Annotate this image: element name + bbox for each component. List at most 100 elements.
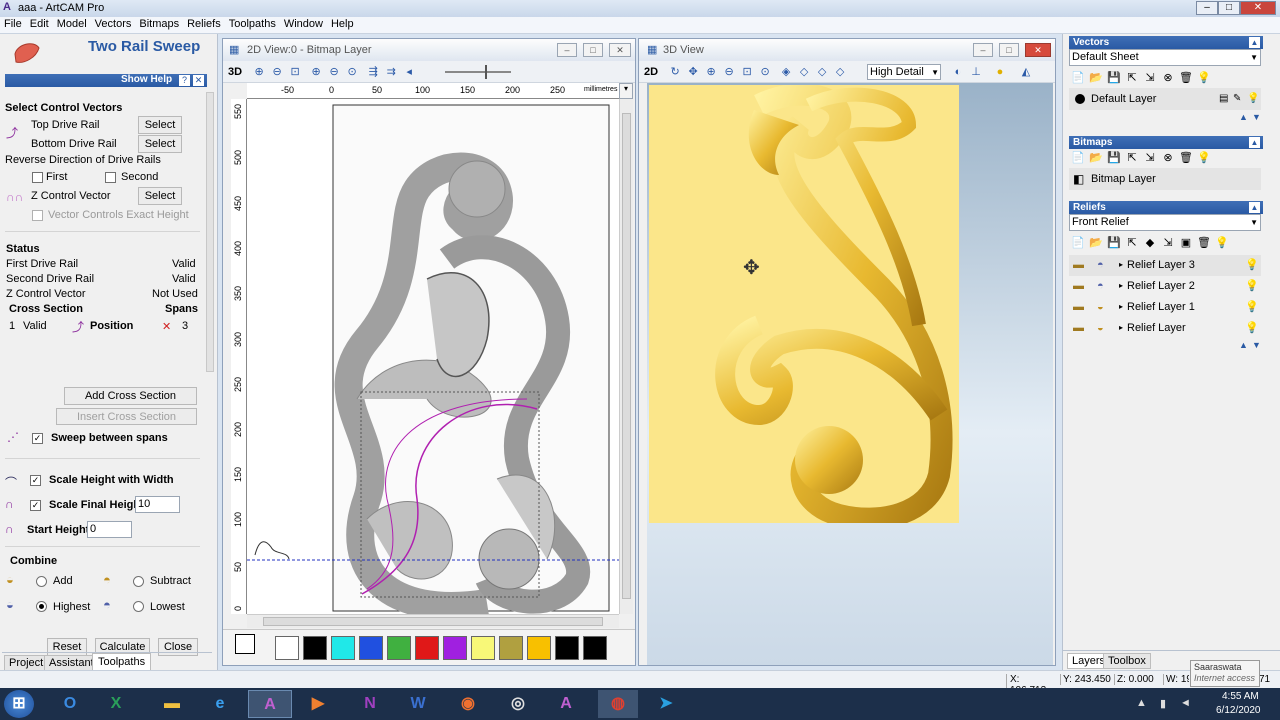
pan-icon[interactable]: ✥ — [685, 64, 701, 80]
visibility-icon[interactable]: 💡 — [1245, 318, 1259, 338]
select-bottom-rail-button[interactable]: Select — [138, 135, 182, 153]
relief-layer-row[interactable]: ▬ ◓ ▸ Relief Layer 2 💡 — [1069, 276, 1261, 297]
save-bitmap-icon[interactable]: 💾 — [1105, 149, 1123, 167]
detail-select[interactable]: High Detail ▼ — [867, 64, 941, 80]
relief-move-down-icon[interactable]: ▼ — [1252, 340, 1261, 350]
view-3d-minimize[interactable]: – — [973, 43, 993, 57]
file-explorer-icon[interactable]: ▬ — [156, 690, 188, 718]
combine-highest-radio[interactable] — [36, 601, 47, 612]
network-icon[interactable]: ▮ — [1160, 697, 1166, 710]
front-view-icon[interactable]: ◇ — [796, 64, 812, 80]
import-icon[interactable]: ⇱ — [1123, 69, 1141, 87]
toggle-2d-button[interactable]: 2D — [640, 64, 662, 80]
combine-mode-icon[interactable]: ◒ — [1097, 318, 1104, 338]
shading-icon[interactable]: ◐ — [950, 64, 966, 80]
select-top-rail-button[interactable]: Select — [138, 116, 182, 134]
color-swatch[interactable] — [443, 636, 467, 660]
zoom-in-3d-icon[interactable]: ⊕ — [703, 64, 719, 80]
reliefs-collapse-icon[interactable]: ▲ — [1249, 202, 1260, 213]
insert-cross-section-button[interactable]: Insert Cross Section — [56, 408, 197, 425]
ruler-menu-icon[interactable]: ▾ — [619, 83, 633, 99]
close-help-icon[interactable]: ✕ — [193, 75, 204, 86]
view-2d-close[interactable]: ✕ — [609, 43, 631, 57]
vectors-collapse-icon[interactable]: ▲ — [1249, 37, 1260, 48]
contrast-slider-track[interactable] — [445, 71, 511, 73]
maximize-button[interactable]: □ — [1218, 1, 1240, 15]
menu-model[interactable]: Model — [53, 17, 91, 31]
iso-view-icon[interactable]: ◈ — [778, 64, 794, 80]
combine-mode-icon[interactable]: ◓ — [1097, 255, 1104, 275]
light-direction-icon[interactable]: ⊥ — [968, 64, 984, 80]
start-height-input[interactable]: 0 — [87, 521, 132, 538]
combine-mode-icon[interactable]: ◓ — [1097, 276, 1104, 296]
clock-date[interactable]: 6/12/2020 — [1216, 705, 1261, 716]
color-swatch[interactable] — [499, 636, 523, 660]
tray-arrow-icon[interactable]: ▲ — [1136, 697, 1147, 709]
tab-toolbox[interactable]: Toolbox — [1103, 653, 1151, 669]
relief-layer-row[interactable]: ▬ ◒ ▸ Relief Layer 💡 — [1069, 318, 1261, 339]
visibility-icon[interactable]: 💡 — [1245, 297, 1259, 317]
view-3d-close[interactable]: ✕ — [1025, 43, 1051, 57]
menu-toolpaths[interactable]: Toolpaths — [225, 17, 280, 31]
export-bitmap-icon[interactable]: ⇲ — [1141, 149, 1159, 167]
move-up-icon[interactable]: ▲ — [1239, 112, 1248, 122]
expand-arrow-icon[interactable]: ▸ — [1119, 255, 1123, 275]
zoom-page-icon[interactable]: ⊖ — [326, 64, 342, 80]
view-2d-canvas[interactable] — [247, 99, 619, 620]
menu-edit[interactable]: Edit — [26, 17, 53, 31]
firefox-icon[interactable]: ◉ — [452, 690, 484, 718]
lightbulb-relief-icon[interactable]: 💡 — [1213, 234, 1231, 252]
vector-exact-height-checkbox[interactable] — [32, 210, 43, 221]
bitmap-layer-row[interactable]: ◧ Bitmap Layer — [1069, 168, 1261, 190]
side-view-icon[interactable]: ◇ — [814, 64, 830, 80]
new-bitmap-icon[interactable]: 📄 — [1069, 149, 1087, 167]
delete-bitmap-icon[interactable]: 🗑 — [1177, 149, 1195, 167]
expand-arrow-icon[interactable]: ▸ — [1119, 318, 1123, 338]
artcam-second-icon[interactable]: A — [550, 690, 582, 718]
relief-move-up-icon[interactable]: ▲ — [1239, 340, 1248, 350]
bitmap-toggle-icon[interactable]: ⇉ — [383, 64, 399, 80]
view-3d-maximize[interactable]: □ — [999, 43, 1019, 57]
color-swatch[interactable] — [555, 636, 579, 660]
open-icon[interactable]: 📂 — [1087, 69, 1105, 87]
new-relief-icon[interactable]: 📄 — [1069, 234, 1087, 252]
save-relief-icon[interactable]: 💾 — [1105, 234, 1123, 252]
lock-icon[interactable]: ▤ — [1219, 89, 1228, 109]
zoom-out-icon[interactable]: ⊖ — [269, 64, 285, 80]
combine-lowest-radio[interactable] — [133, 601, 144, 612]
app-icon[interactable]: ◎ — [502, 690, 534, 718]
zoom-fit-3d-icon[interactable]: ⊙ — [757, 64, 773, 80]
telegram-icon[interactable]: ➤ — [650, 690, 682, 718]
open-relief-icon[interactable]: 📂 — [1087, 234, 1105, 252]
select-z-vector-button[interactable]: Select — [138, 187, 182, 205]
help-icon[interactable]: ? — [179, 75, 190, 86]
visibility-icon[interactable]: 💡 — [1245, 255, 1259, 275]
show-help-bar[interactable]: Show Help ? ✕ — [5, 74, 207, 87]
hscroll-thumb[interactable] — [263, 617, 603, 626]
view-2d-maximize[interactable]: □ — [583, 43, 603, 57]
panel-scrollbar[interactable] — [206, 92, 214, 372]
cross-section-position[interactable]: Position — [90, 320, 133, 332]
word-icon[interactable]: W — [402, 690, 434, 718]
minimize-button[interactable]: – — [1196, 1, 1218, 15]
save-icon[interactable]: 💾 — [1105, 69, 1123, 87]
vscroll-thumb[interactable] — [622, 113, 631, 599]
combine-mode-icon[interactable]: ◒ — [1097, 297, 1104, 317]
color-swatch[interactable] — [471, 636, 495, 660]
relief-layer-row[interactable]: ▬ ◓ ▸ Relief Layer 3 💡 — [1069, 255, 1261, 276]
top-view-icon[interactable]: ◇ — [832, 64, 848, 80]
delete-cross-section-icon[interactable]: ✕ — [162, 320, 171, 333]
zoom-out-3d-icon[interactable]: ⊖ — [721, 64, 737, 80]
color-swatch[interactable] — [415, 636, 439, 660]
outlook-icon[interactable]: O — [54, 690, 86, 718]
color-swatch[interactable] — [275, 636, 299, 660]
export-relief-icon[interactable]: ⇲ — [1159, 234, 1177, 252]
color-swatch[interactable] — [331, 636, 355, 660]
relief-select[interactable]: Front Relief ▼ — [1069, 214, 1261, 231]
vector-sheet-select[interactable]: Default Sheet ▼ — [1069, 49, 1261, 66]
relief-layer-row[interactable]: ▬ ◒ ▸ Relief Layer 1 💡 — [1069, 297, 1261, 318]
scale-final-height-checkbox[interactable]: ✓ — [30, 500, 41, 511]
reverse-second-checkbox[interactable] — [105, 172, 116, 183]
color-swatch[interactable] — [359, 636, 383, 660]
artcam-taskbar-icon[interactable]: A — [248, 690, 292, 718]
